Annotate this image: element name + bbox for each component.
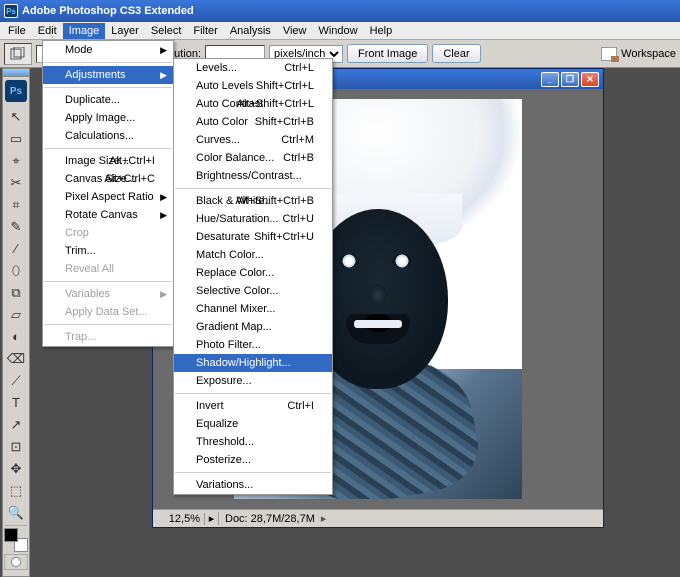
workspace-icon[interactable] xyxy=(601,47,617,61)
menu-image[interactable]: Image xyxy=(63,23,106,39)
tool-0[interactable]: ↖ xyxy=(4,105,28,127)
menu-edit[interactable]: Edit xyxy=(32,23,63,39)
adjustments-levels[interactable]: Levels...Ctrl+L xyxy=(174,59,332,77)
menu-window[interactable]: Window xyxy=(312,23,363,39)
image-menu-pixelaspectratio[interactable]: Pixel Aspect Ratio▶ xyxy=(43,188,173,206)
image-menu-rotatecanvas[interactable]: Rotate Canvas▶ xyxy=(43,206,173,224)
image-menu-applyimage[interactable]: Apply Image... xyxy=(43,109,173,127)
adjustments-matchcolor[interactable]: Match Color... xyxy=(174,246,332,264)
adjustments-threshold[interactable]: Threshold... xyxy=(174,433,332,451)
tool-3[interactable]: ✂ xyxy=(4,171,28,193)
tool-16[interactable]: ✥ xyxy=(4,457,28,479)
app-icon: Ps xyxy=(4,4,18,18)
adjustments-blackwhite[interactable]: Black & White...Alt+Shift+Ctrl+B xyxy=(174,192,332,210)
toolbox-grip[interactable] xyxy=(3,69,29,77)
menu-help[interactable]: Help xyxy=(364,23,399,39)
foreground-color-swatch[interactable] xyxy=(4,528,18,542)
adjustments-colorbalance[interactable]: Color Balance...Ctrl+B xyxy=(174,149,332,167)
tool-8[interactable]: ⧉ xyxy=(4,281,28,303)
close-button[interactable]: ✕ xyxy=(581,72,599,87)
ps-badge-icon: Ps xyxy=(5,80,27,102)
adjustments-photofilter[interactable]: Photo Filter... xyxy=(174,336,332,354)
adjustments-channelmixer[interactable]: Channel Mixer... xyxy=(174,300,332,318)
clear-button[interactable]: Clear xyxy=(432,44,480,63)
adjustments-posterize[interactable]: Posterize... xyxy=(174,451,332,469)
menu-view[interactable]: View xyxy=(277,23,313,39)
document-statusbar: 12,5% ▸ Doc: 28,7M/28,7M ▸ xyxy=(153,509,603,527)
image-menu-adjustments[interactable]: Adjustments▶ xyxy=(43,66,173,84)
status-menu-1[interactable]: ▸ xyxy=(205,512,219,525)
minimize-button[interactable]: _ xyxy=(541,72,559,87)
tool-6[interactable]: ∕ xyxy=(4,237,28,259)
tool-13[interactable]: T xyxy=(4,391,28,413)
image-menu-canvassize[interactable]: Canvas Size...Alt+Ctrl+C xyxy=(43,170,173,188)
tool-12[interactable]: ⟋ xyxy=(4,369,28,391)
tool-4[interactable]: ⌗ xyxy=(4,193,28,215)
app-title: Adobe Photoshop CS3 Extended xyxy=(22,5,676,17)
adjustments-replacecolor[interactable]: Replace Color... xyxy=(174,264,332,282)
tool-preset-picker[interactable] xyxy=(4,43,32,65)
image-menu-mode[interactable]: Mode▶ xyxy=(43,41,173,59)
adjustments-submenu: Levels...Ctrl+LAuto LevelsShift+Ctrl+LAu… xyxy=(173,58,333,495)
tool-5[interactable]: ✎ xyxy=(4,215,28,237)
adjustments-huesaturation[interactable]: Hue/Saturation...Ctrl+U xyxy=(174,210,332,228)
adjustments-brightnesscontrast[interactable]: Brightness/Contrast... xyxy=(174,167,332,185)
tool-2[interactable]: ⌖ xyxy=(4,149,28,171)
adjustments-shadowhighlight[interactable]: Shadow/Highlight... xyxy=(174,354,332,372)
image-menu-calculations[interactable]: Calculations... xyxy=(43,127,173,145)
menu-file[interactable]: File xyxy=(2,23,32,39)
color-swatches[interactable] xyxy=(4,528,28,552)
tool-17[interactable]: ⬚ xyxy=(4,479,28,501)
maximize-button[interactable]: ❐ xyxy=(561,72,579,87)
adjustments-curves[interactable]: Curves...Ctrl+M xyxy=(174,131,332,149)
image-menu-revealall: Reveal All xyxy=(43,260,173,278)
menubar: FileEditImageLayerSelectFilterAnalysisVi… xyxy=(0,22,680,40)
image-menu: Mode▶ Adjustments▶ Duplicate...Apply Image… xyxy=(42,40,174,347)
image-menu-crop: Crop xyxy=(43,224,173,242)
image-menu-applydataset: Apply Data Set... xyxy=(43,303,173,321)
adjustments-exposure[interactable]: Exposure... xyxy=(174,372,332,390)
adjustments-gradientmap[interactable]: Gradient Map... xyxy=(174,318,332,336)
menu-analysis[interactable]: Analysis xyxy=(224,23,277,39)
menu-filter[interactable]: Filter xyxy=(187,23,223,39)
app-titlebar: Ps Adobe Photoshop CS3 Extended xyxy=(0,0,680,22)
tool-15[interactable]: ⊡ xyxy=(4,435,28,457)
tool-9[interactable]: ▱ xyxy=(4,303,28,325)
adjustments-autocontrast[interactable]: Auto ContrastAlt+Shift+Ctrl+L xyxy=(174,95,332,113)
tool-7[interactable]: ⬯ xyxy=(4,259,28,281)
image-menu-imagesize[interactable]: Image Size...Alt+Ctrl+I xyxy=(43,152,173,170)
workspace-label[interactable]: Workspace xyxy=(621,48,676,60)
menu-layer[interactable]: Layer xyxy=(105,23,145,39)
tool-1[interactable]: ▭ xyxy=(4,127,28,149)
adjustments-selectivecolor[interactable]: Selective Color... xyxy=(174,282,332,300)
image-menu-trap: Trap... xyxy=(43,328,173,346)
adjustments-autocolor[interactable]: Auto ColorShift+Ctrl+B xyxy=(174,113,332,131)
tool-11[interactable]: ⌫ xyxy=(4,347,28,369)
tool-18[interactable]: 🔍 xyxy=(4,501,28,523)
adjustments-variations[interactable]: Variations... xyxy=(174,476,332,494)
quick-mask-toggle[interactable] xyxy=(4,554,28,570)
tool-10[interactable]: ◐ xyxy=(4,325,28,347)
zoom-level[interactable]: 12,5% xyxy=(153,513,205,525)
adjustments-autolevels[interactable]: Auto LevelsShift+Ctrl+L xyxy=(174,77,332,95)
tool-14[interactable]: ↗ xyxy=(4,413,28,435)
image-menu-variables: Variables▶ xyxy=(43,285,173,303)
adjustments-equalize[interactable]: Equalize xyxy=(174,415,332,433)
status-menu-2[interactable]: ▸ xyxy=(321,512,331,525)
menu-select[interactable]: Select xyxy=(145,23,188,39)
adjustments-invert[interactable]: InvertCtrl+I xyxy=(174,397,332,415)
toolbox: Ps ↖▭⌖✂⌗✎∕⬯⧉▱◐⌫⟋T↗⊡✥⬚🔍 xyxy=(2,68,30,577)
image-menu-trim[interactable]: Trim... xyxy=(43,242,173,260)
front-image-button[interactable]: Front Image xyxy=(347,44,428,63)
adjustments-desaturate[interactable]: DesaturateShift+Ctrl+U xyxy=(174,228,332,246)
doc-info: Doc: 28,7M/28,7M xyxy=(219,513,321,525)
image-menu-duplicate[interactable]: Duplicate... xyxy=(43,91,173,109)
